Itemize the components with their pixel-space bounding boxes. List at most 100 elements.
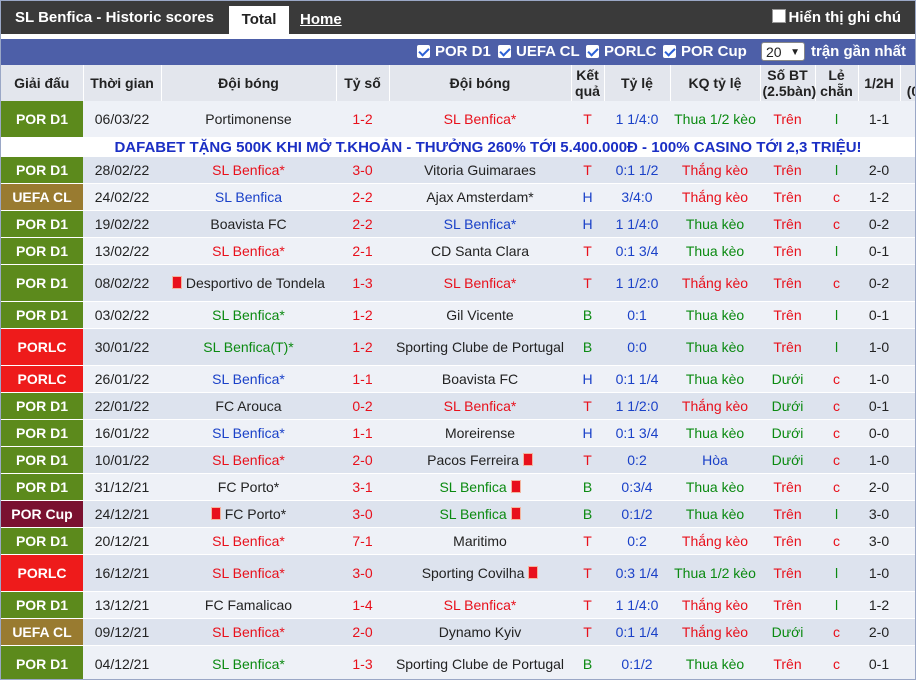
home-team[interactable]: SL Benfica* [161,237,336,265]
promo-banner-row[interactable]: DAFABET TẶNG 500K KHI MỞ T.KHOẢN - THƯỞN… [1,137,915,157]
table-row[interactable]: POR D1 22/01/22 FC Arouca 0-2 SL Benfica* T 1 … [1,392,915,420]
home-team[interactable]: SL Benfica* [161,156,336,184]
home-team[interactable]: SL Benfica* [161,446,336,474]
match-score[interactable]: 3-1 [336,473,389,501]
match-score[interactable]: 2-1 [336,237,389,265]
home-team[interactable]: SL Benfica* [161,365,336,393]
check-icon[interactable] [663,45,676,58]
table-row[interactable]: POR D1 13/02/22 SL Benfica* 2-1 CD Santa Cla… [1,237,915,265]
home-team[interactable]: FC Arouca [161,392,336,420]
match-score[interactable]: 3-0 [336,554,389,592]
filter-porlc[interactable]: PORLC [586,43,657,60]
home-team[interactable]: SL Benfica* [161,554,336,592]
away-team[interactable]: SL Benfica [389,473,571,501]
home-team[interactable]: SL Benfica* [161,527,336,555]
away-team[interactable]: Ajax Amsterdam* [389,183,571,211]
tab-total[interactable]: Total [229,6,289,34]
check-icon[interactable] [417,45,430,58]
match-score[interactable]: 2-0 [336,618,389,646]
col-header-goals-0-75[interactable]: Số BT (0.75bàn) [900,65,915,101]
col-header-half-time[interactable]: 1/2H [858,65,901,101]
away-team[interactable]: Sporting Clube de Portugal [389,645,571,679]
table-row[interactable]: PORLC 16/12/21 SL Benfica* 3-0 Sporting Covi… [1,554,915,592]
away-team[interactable]: Sporting Clube de Portugal [389,328,571,366]
away-team[interactable]: SL Benfica* [389,210,571,238]
match-score[interactable]: 1-2 [336,101,389,138]
match-score[interactable]: 1-1 [336,365,389,393]
home-team[interactable]: FC Famalicao [161,591,336,619]
table-row[interactable]: POR D1 06/03/22 Portimonense 1-2 SL Benfica*… [1,101,915,138]
home-team[interactable]: Desportivo de Tondela [161,264,336,302]
away-team[interactable]: SL Benfica* [389,591,571,619]
table-row[interactable]: POR D1 31/12/21 FC Porto* 3-1 SL Benfica B 0:… [1,473,915,501]
away-team[interactable]: SL Benfica* [389,101,571,138]
home-team[interactable]: Portimonense [161,101,336,138]
away-team[interactable]: Pacos Ferreira [389,446,571,474]
away-team[interactable]: Dynamo Kyiv [389,618,571,646]
table-row[interactable]: PORLC 30/01/22 SL Benfica(T)* 1-2 Sporting C… [1,328,915,366]
match-score[interactable]: 2-2 [336,210,389,238]
match-score[interactable]: 1-3 [336,645,389,679]
check-icon[interactable] [498,45,511,58]
table-row[interactable]: UEFA CL 24/02/22 SL Benfica 2-2 Ajax Amsterd… [1,183,915,211]
home-team[interactable]: SL Benfica [161,183,336,211]
home-team[interactable]: FC Porto* [161,500,336,528]
away-team[interactable]: SL Benfica* [389,264,571,302]
match-score[interactable]: 1-3 [336,264,389,302]
home-team[interactable]: SL Benfica* [161,301,336,329]
show-note-toggle[interactable]: Hiển thị ghi chú [771,9,901,26]
match-score[interactable]: 1-4 [336,591,389,619]
check-icon[interactable] [586,45,599,58]
filter-uefa-cl[interactable]: UEFA CL [498,43,580,60]
col-header-time[interactable]: Thời gian [83,65,162,101]
table-row[interactable]: POR D1 16/01/22 SL Benfica* 1-1 Moreirense H 0… [1,419,915,447]
match-score[interactable]: 0-2 [336,392,389,420]
table-row[interactable]: POR D1 28/02/22 SL Benfica* 3-0 Vitoria Guim… [1,156,915,184]
home-team[interactable]: Boavista FC [161,210,336,238]
promo-banner-link[interactable]: DAFABET TẶNG 500K KHI MỞ T.KHOẢN - THƯỞN… [1,137,915,157]
table-row[interactable]: POR D1 04/12/21 SL Benfica* 1-3 Sporting Clu… [1,645,915,679]
col-header-result[interactable]: Kết quả [571,65,605,101]
col-header-odds-result[interactable]: KQ tỷ lệ [670,65,761,101]
col-header-league[interactable]: Giải đấu [1,65,84,101]
match-score[interactable]: 1-1 [336,419,389,447]
away-team[interactable]: Boavista FC [389,365,571,393]
away-team[interactable]: CD Santa Clara [389,237,571,265]
table-row[interactable]: POR D1 13/12/21 FC Famalicao 1-4 SL Benfica*… [1,591,915,619]
away-team[interactable]: SL Benfica [389,500,571,528]
table-row[interactable]: POR D1 20/12/21 SL Benfica* 7-1 Maritimo T 0:2… [1,527,915,555]
col-header-odds[interactable]: Tỷ lệ [604,65,671,101]
home-team[interactable]: SL Benfica* [161,419,336,447]
filter-por-d1[interactable]: POR D1 [417,43,491,60]
match-score[interactable]: 2-0 [336,446,389,474]
match-score[interactable]: 2-2 [336,183,389,211]
away-team[interactable]: Gil Vicente [389,301,571,329]
col-header-away-team[interactable]: Đội bóng [389,65,572,101]
table-row[interactable]: POR Cup 24/12/21 FC Porto* 3-0 SL Benfica B… [1,500,915,528]
match-score[interactable]: 7-1 [336,527,389,555]
table-row[interactable]: POR D1 19/02/22 Boavista FC 2-2 SL Benfica* H… [1,210,915,238]
match-score[interactable]: 1-2 [336,328,389,366]
home-team[interactable]: SL Benfica* [161,618,336,646]
col-header-score[interactable]: Tỷ số [336,65,390,101]
filter-por-cup[interactable]: POR Cup [663,43,747,60]
table-row[interactable]: UEFA CL 09/12/21 SL Benfica* 2-0 Dynamo Kyiv… [1,618,915,646]
match-score[interactable]: 3-0 [336,156,389,184]
col-header-home-team[interactable]: Đội bóng [161,65,337,101]
table-row[interactable]: POR D1 03/02/22 SL Benfica* 1-2 Gil Vicente B… [1,301,915,329]
home-team[interactable]: SL Benfica(T)* [161,328,336,366]
away-team[interactable]: Moreirense [389,419,571,447]
match-score[interactable]: 1-2 [336,301,389,329]
match-score[interactable]: 3-0 [336,500,389,528]
table-row[interactable]: POR D1 08/02/22 Desportivo de Tondela 1-3 S… [1,264,915,302]
away-team[interactable]: Sporting Covilha [389,554,571,592]
tab-home[interactable]: Home [300,6,342,34]
table-row[interactable]: PORLC 26/01/22 SL Benfica* 1-1 Boavista FC H 0… [1,365,915,393]
col-header-odd-even[interactable]: Lẻ chẵn [815,65,859,101]
show-note-checkbox[interactable] [771,9,786,23]
away-team[interactable]: Vitoria Guimaraes [389,156,571,184]
match-count-select[interactable]: 20 ▼ [761,42,805,61]
away-team[interactable]: Maritimo [389,527,571,555]
table-row[interactable]: POR D1 10/01/22 SL Benfica* 2-0 Pacos Ferrei… [1,446,915,474]
home-team[interactable]: FC Porto* [161,473,336,501]
